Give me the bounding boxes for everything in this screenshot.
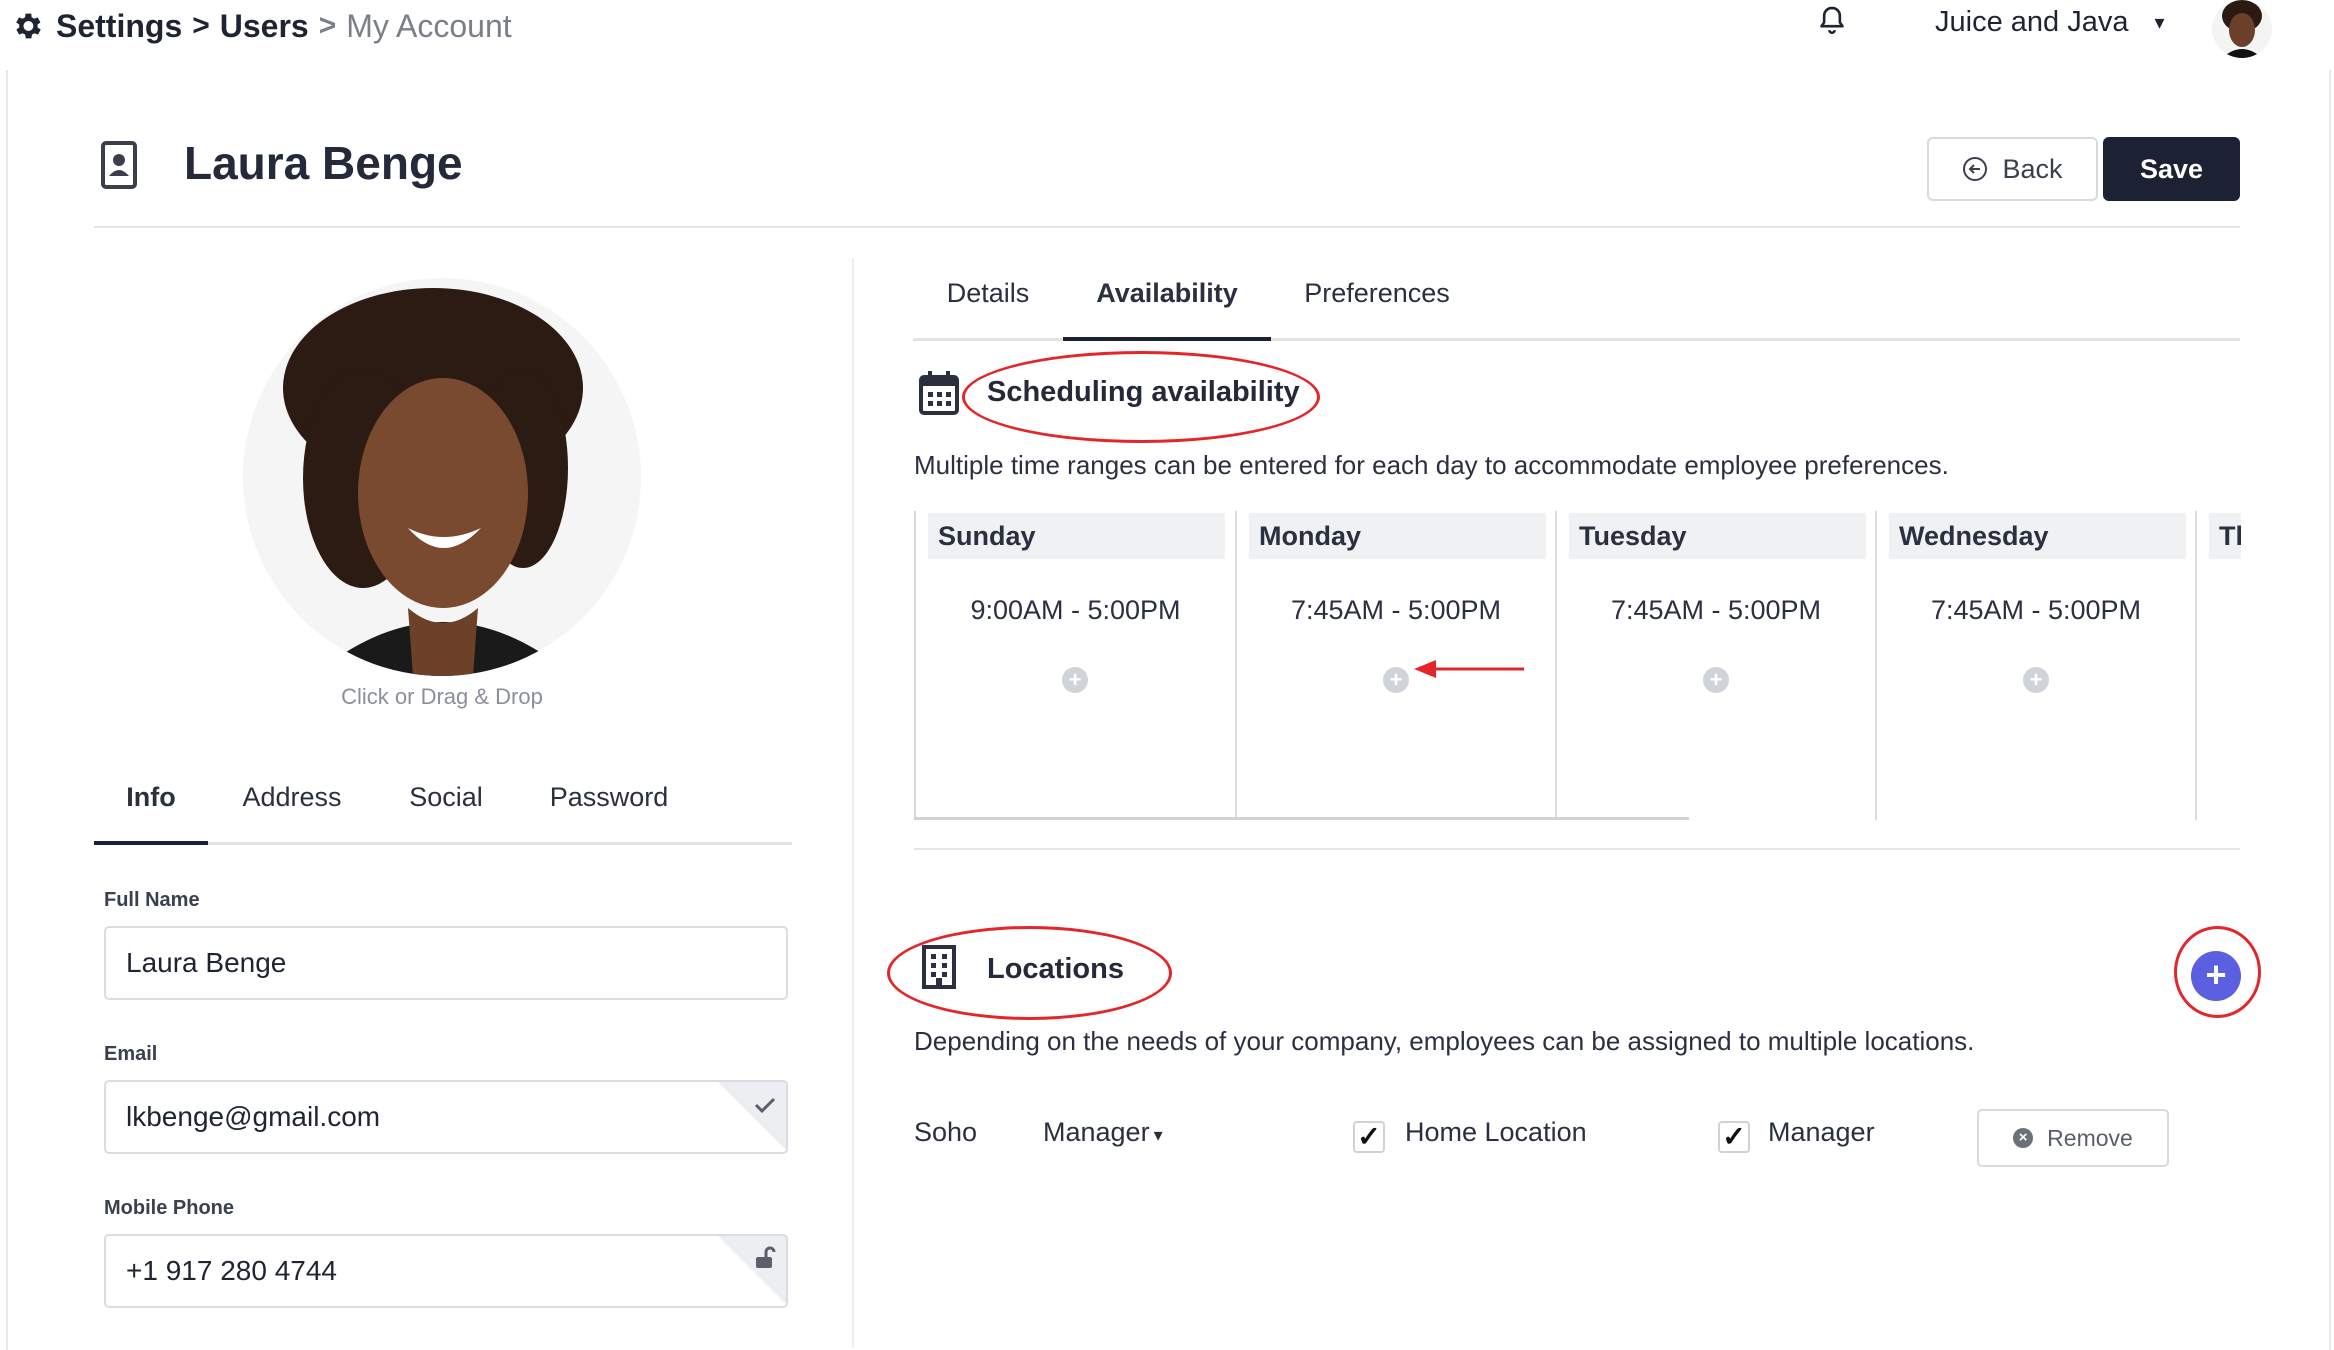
remove-location-button[interactable]: × Remove [1977,1109,2169,1167]
back-button[interactable]: Back [1927,137,2098,201]
day-column: Wednesday 7:45AM - 5:00PM + [1877,511,2197,820]
breadcrumb-users[interactable]: Users [220,8,309,45]
profile-tabs: Info Address Social Password [94,770,792,845]
save-button[interactable]: Save [2103,137,2240,201]
bell-icon[interactable] [1816,4,1848,38]
locations-description: Depending on the needs of your company, … [914,1026,1975,1056]
phone-label: Mobile Phone [104,1197,234,1219]
add-time-range-button[interactable]: + [1383,667,1409,693]
annotation-oval [962,351,1320,443]
caret-down-icon: ▾ [1153,1125,1163,1145]
tab-info[interactable]: Info [94,770,208,845]
day-header: Wednesday [1889,513,2186,559]
annotation-arrow [1414,660,1524,678]
home-location-label: Home Location [1405,1117,1587,1147]
profile-photo-dropzone[interactable] [243,278,641,676]
breadcrumb-current: My Account [346,7,512,44]
tab-address[interactable]: Address [208,770,376,842]
manager-label: Manager [1768,1117,1875,1147]
add-time-range-button[interactable]: + [1062,667,1088,693]
day-column: Sunday 9:00AM - 5:00PM + [916,511,1237,820]
gear-icon[interactable] [10,9,44,43]
profile-photo [243,278,641,676]
email-value: lkbenge@gmail.com [126,1101,381,1132]
breadcrumb-separator: > [318,9,337,42]
breadcrumb: Settings > Users > My Account [10,4,512,48]
column-divider [852,258,854,1348]
divider [94,226,2240,228]
annotation-oval [887,926,1172,1020]
time-range[interactable]: 7:45AM - 5:00PM [1237,595,1555,626]
photo-upload-hint: Click or Drag & Drop [341,684,543,709]
annotation-circle [2174,926,2261,1018]
chevron-down-icon: ▾ [2154,12,2165,34]
tab-details[interactable]: Details [913,258,1063,338]
remove-button-label: Remove [2047,1124,2133,1151]
check-icon [754,1097,776,1114]
day-header: Sunday [928,513,1225,559]
phone-value: +1 917 280 4744 [126,1255,337,1286]
contact-card-icon [101,141,137,189]
tab-availability[interactable]: Availability [1063,258,1271,341]
full-name-value: Laura Benge [126,947,287,978]
day-column: Tuesday 7:45AM - 5:00PM + [1557,511,1877,820]
time-range[interactable]: 7:45AM - 5:00PM [1877,595,2195,626]
role-dropdown[interactable]: Manager ▾ [1043,1117,1163,1148]
role-dropdown-value: Manager [1043,1117,1150,1147]
time-range[interactable]: 7:45AM - 5:00PM [1557,595,1875,626]
close-icon: × [2013,1128,2034,1148]
manager-checkbox[interactable]: ✓ [1718,1121,1750,1153]
full-name-label: Full Name [104,889,200,911]
field-corner [716,1236,786,1306]
field-corner [716,1082,786,1152]
settings-tabs: Details Availability Preferences [913,258,2240,341]
breadcrumb-settings[interactable]: Settings [56,8,182,45]
full-name-field[interactable]: Laura Benge [104,926,788,1000]
weekly-schedule: Sunday 9:00AM - 5:00PM + Monday 7:45AM -… [914,511,2241,820]
schedule-scrollbar[interactable] [914,817,1689,820]
tab-preferences[interactable]: Preferences [1271,258,1483,338]
calendar-icon [919,371,959,415]
day-header: Monday [1249,513,1546,559]
add-time-range-button[interactable]: + [1703,667,1729,693]
day-column: Th [2197,511,2241,820]
time-range[interactable]: 9:00AM - 5:00PM [916,595,1235,626]
phone-field[interactable]: +1 917 280 4744 [104,1234,788,1308]
organization-switcher[interactable]: Juice and Java ▾ [1935,6,2165,39]
availability-description: Multiple time ranges can be entered for … [914,450,1949,480]
tab-social[interactable]: Social [376,770,516,842]
add-time-range-button[interactable]: + [2023,667,2049,693]
day-header: Tuesday [1569,513,1866,559]
email-field[interactable]: lkbenge@gmail.com [104,1080,788,1154]
tab-password[interactable]: Password [516,770,702,842]
location-name: Soho [914,1117,978,1147]
unlock-icon [756,1246,776,1268]
avatar[interactable] [2212,0,2272,58]
page-title: Laura Benge [184,137,463,189]
organization-name: Juice and Java [1935,6,2129,38]
divider [914,848,2240,850]
email-label: Email [104,1043,158,1065]
back-button-label: Back [2002,153,2063,184]
breadcrumb-separator: > [192,9,210,42]
day-header: Th [2209,513,2241,559]
back-arrow-icon [1963,157,1988,181]
home-location-checkbox[interactable]: ✓ [1353,1121,1385,1153]
